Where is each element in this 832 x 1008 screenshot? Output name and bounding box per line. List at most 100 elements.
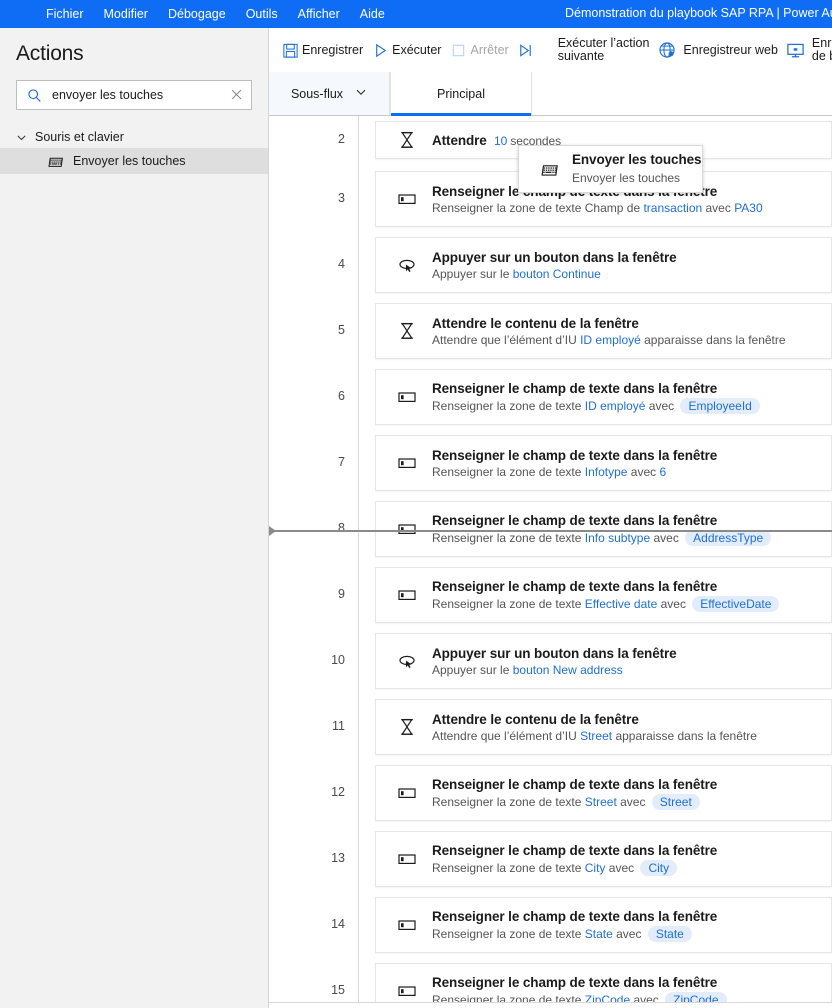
action-row-text: Appuyer sur un bouton dans la fenêtreApp… <box>432 646 831 677</box>
search-box[interactable] <box>16 80 252 110</box>
action-row-number: 8 <box>338 521 345 535</box>
action-row-value[interactable]: 10 <box>494 134 507 148</box>
menu-item-outils[interactable]: Outils <box>236 4 288 24</box>
sidebar-item-envoyer-les-touches[interactable]: Envoyer les touches <box>0 148 268 174</box>
chevron-down-icon <box>14 130 28 144</box>
stop-button[interactable]: Arrêter <box>445 31 512 69</box>
action-row-target-link[interactable]: transaction <box>643 201 702 215</box>
tab-sous-flux[interactable]: Sous-flux <box>269 72 390 115</box>
search-input[interactable] <box>42 88 230 102</box>
action-row-target-link[interactable]: Street <box>580 729 612 743</box>
action-row-number: 4 <box>338 257 345 271</box>
chevron-down-icon[interactable] <box>355 86 367 101</box>
sidebar-item-label: Envoyer les touches <box>73 154 186 168</box>
action-row-value[interactable]: 6 <box>659 465 666 479</box>
play-icon <box>371 41 389 59</box>
action-row-subtitle: Renseigner la zone de texte City avec Ci… <box>432 860 823 876</box>
drag-ghost-envoyer-les-touches[interactable]: Envoyer les touches Envoyer les touches <box>518 145 703 193</box>
web-recorder-button[interactable]: Enregistreur web <box>653 31 782 69</box>
app-body: Actions <box>0 28 832 1008</box>
textfield-icon <box>396 782 418 804</box>
action-row[interactable]: Attendre le contenu de la fenêtreAttendr… <box>375 303 832 359</box>
action-list[interactable]: 2345678910111213141516 Attendre 10 secon… <box>269 116 832 1008</box>
keyboard-icon <box>48 153 64 169</box>
action-row-target-link[interactable]: ID employé <box>580 333 641 347</box>
action-row[interactable]: Appuyer sur un bouton dans la fenêtreApp… <box>375 237 832 293</box>
button-click-icon <box>396 254 418 276</box>
action-row-target-link[interactable]: Effective date <box>585 597 658 611</box>
textfield-icon <box>396 980 418 1002</box>
action-row[interactable]: Attendre le contenu de la fenêtreAttendr… <box>375 699 832 755</box>
run-button[interactable]: Exécuter <box>367 31 445 69</box>
menu-item-fichier[interactable]: Fichier <box>36 4 94 24</box>
action-row-text: Renseigner le champ de texte dans la fen… <box>432 777 831 810</box>
action-rows: Attendre 10 secondesRenseigner le champ … <box>359 116 832 1008</box>
action-row-target-link[interactable]: State <box>585 927 613 941</box>
action-row-value[interactable]: PA30 <box>734 201 762 215</box>
desktop-recorder-button[interactable]: Enregistreur de bureau <box>782 31 832 69</box>
action-row-variable-pill[interactable]: City <box>640 860 677 876</box>
search-icon <box>26 87 42 103</box>
action-row-number: 7 <box>338 455 345 469</box>
tab-bar-filler <box>532 72 832 115</box>
stop-button-label: Arrêter <box>470 43 508 57</box>
textfield-icon <box>396 584 418 606</box>
action-row-variable-pill[interactable]: Street <box>652 794 700 810</box>
stop-icon <box>449 41 467 59</box>
action-row-title: Renseigner le champ de texte dans la fen… <box>432 448 823 463</box>
action-row-variable-pill[interactable]: EmployeeId <box>680 398 759 414</box>
action-row-text: Attendre le contenu de la fenêtreAttendr… <box>432 712 831 743</box>
action-row-title: Renseigner le champ de texte dans la fen… <box>432 579 823 594</box>
actions-tree: Souris et clavier <box>0 126 268 174</box>
menu-item-afficher[interactable]: Afficher <box>288 4 350 24</box>
close-icon[interactable] <box>230 88 244 102</box>
tab-principal-label: Principal <box>437 87 485 101</box>
action-row-variable-pill[interactable]: EffectiveDate <box>692 596 779 612</box>
action-row-text: Renseigner le champ de texte dans la fen… <box>432 448 831 479</box>
action-row-target-link[interactable]: Info subtype <box>585 531 650 545</box>
action-row-target-link[interactable]: Street <box>585 795 617 809</box>
action-row[interactable]: Renseigner le champ de texte dans la fen… <box>375 369 832 425</box>
action-row-number: 9 <box>338 587 345 601</box>
action-row[interactable]: Renseigner le champ de texte dans la fen… <box>375 831 832 887</box>
action-row-number: 5 <box>338 323 345 337</box>
action-row-target-link[interactable]: ID employé <box>585 399 646 413</box>
action-row-target-link[interactable]: Infotype <box>585 465 628 479</box>
tab-sous-flux-label: Sous-flux <box>291 87 343 101</box>
tree-group-label: Souris et clavier <box>35 130 124 144</box>
action-row[interactable]: Appuyer sur un bouton dans la fenêtreApp… <box>375 633 832 689</box>
action-row-target-link[interactable]: City <box>585 861 606 875</box>
action-row-text: Renseigner le champ de texte dans la fen… <box>432 381 831 414</box>
action-row[interactable]: Renseigner le champ de texte dans la fen… <box>375 501 832 557</box>
action-row-target-link[interactable]: bouton New address <box>513 663 623 677</box>
action-row-text: Renseigner le champ de texte dans la fen… <box>432 513 831 546</box>
tree-group-souris-et-clavier[interactable]: Souris et clavier <box>0 126 268 148</box>
menu-item-aide[interactable]: Aide <box>350 4 395 24</box>
action-row-number: 11 <box>332 719 345 733</box>
menu-bar: Fichier Modifier Débogage Outils Affiche… <box>36 4 395 24</box>
action-row-text: Renseigner le champ de texte dans la fen… <box>432 579 831 612</box>
next-action-button[interactable] <box>513 31 542 69</box>
action-row[interactable]: Renseigner le champ de texte dans la fen… <box>375 765 832 821</box>
run-next-action-button[interactable]: Exécuter l’action suivante <box>554 31 654 69</box>
run-button-label: Exécuter <box>392 43 441 57</box>
action-row-title: Renseigner le champ de texte dans la fen… <box>432 975 823 990</box>
monitor-icon <box>786 40 806 60</box>
tab-principal[interactable]: Principal <box>390 72 532 115</box>
action-row-title: Attendre le contenu de la fenêtre <box>432 316 823 331</box>
action-row[interactable]: Renseigner le champ de texte dans la fen… <box>375 567 832 623</box>
action-row-variable-pill[interactable]: State <box>648 926 692 942</box>
sidebar-title: Actions <box>0 28 268 66</box>
hourglass-icon <box>396 716 418 738</box>
next-action-label-line1: Exécuter l’action <box>558 37 650 51</box>
action-row[interactable]: Renseigner le champ de texte dans la fen… <box>375 897 832 953</box>
hourglass-icon <box>396 129 418 151</box>
action-row[interactable]: Renseigner le champ de texte dans la fen… <box>375 435 832 491</box>
action-row-text: Attendre le contenu de la fenêtreAttendr… <box>432 316 831 347</box>
action-row-subtitle: Renseigner la zone de texte ID employé a… <box>432 398 823 414</box>
action-row-target-link[interactable]: bouton Continue <box>513 267 601 281</box>
menu-item-modifier[interactable]: Modifier <box>94 4 158 24</box>
menu-item-debogage[interactable]: Débogage <box>158 4 236 24</box>
list-bottom-strip <box>269 1002 832 1008</box>
save-button[interactable]: Enregistrer <box>277 31 367 69</box>
